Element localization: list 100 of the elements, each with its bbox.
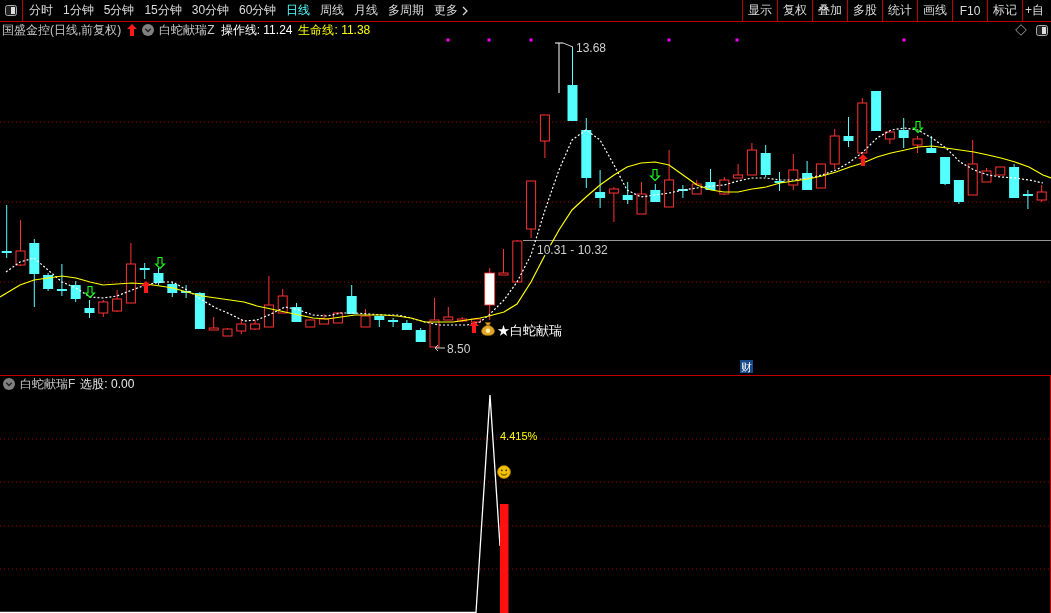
falling-candle [29, 238, 40, 308]
rising-candle [443, 306, 454, 321]
stock-title: 国盛金控(日线,前复权) [2, 21, 122, 39]
rising-candle [691, 179, 702, 195]
diamond-icon[interactable] [1015, 24, 1027, 36]
rising-candle [305, 318, 316, 328]
rising-candle [967, 139, 978, 196]
rising-candle [526, 180, 537, 239]
period-tab[interactable]: 月线 [349, 0, 384, 21]
more-menu[interactable]: 更多 [429, 0, 474, 21]
falling-candle [581, 117, 592, 189]
up-arrow-icon [127, 24, 138, 36]
rising-candle [429, 297, 440, 348]
rising-candle [857, 97, 868, 154]
falling-candle [153, 267, 164, 286]
down-arrow-icon [649, 168, 661, 182]
rising-candle [457, 316, 468, 323]
falling-candle [194, 291, 205, 330]
rising-candle [277, 288, 288, 314]
falling-candle [1022, 189, 1033, 210]
rising-candle [664, 149, 675, 208]
rising-candle [912, 135, 923, 154]
falling-candle [415, 327, 426, 343]
rising-candle [981, 167, 992, 183]
up-arrow-icon [858, 154, 868, 166]
rising-candle [512, 239, 523, 283]
low-price-arrow [434, 344, 446, 352]
finance-badge[interactable]: 财 [740, 360, 753, 373]
falling-candle [677, 184, 688, 199]
period-tab[interactable]: 30分钟 [186, 0, 235, 21]
falling-candle [705, 168, 716, 191]
up-arrow-icon [469, 321, 479, 333]
low-price-label: 8.50 [447, 342, 471, 356]
falling-candle [1009, 163, 1020, 199]
down-arrow-icon [912, 120, 924, 134]
rising-candle [608, 186, 619, 223]
rising-candle [636, 181, 647, 215]
rising-candle [332, 311, 343, 324]
panel-toggle-icon[interactable] [5, 5, 17, 16]
money-bag-icon [481, 322, 495, 336]
falling-candle [56, 263, 67, 297]
rising-candle [250, 319, 261, 331]
dropdown-icon[interactable] [142, 24, 155, 36]
falling-candle [374, 315, 385, 328]
falling-candle [843, 116, 854, 148]
rising-candle [1036, 184, 1047, 203]
falling-candle [650, 183, 661, 203]
down-arrow-icon [154, 256, 166, 270]
dropdown-icon[interactable] [3, 378, 15, 390]
chevron-right-icon [462, 5, 469, 16]
period-tab[interactable]: 5分钟 [98, 0, 140, 21]
high-price-label: 13.68 [576, 41, 607, 55]
falling-candle [871, 90, 882, 132]
rising-candle [498, 248, 509, 276]
falling-candle [622, 181, 633, 205]
rising-candle [112, 289, 123, 313]
rising-candle [319, 313, 330, 325]
falling-candle [43, 272, 54, 292]
rising-candle [98, 299, 109, 318]
falling-candle [139, 262, 150, 280]
falling-candle [291, 302, 302, 323]
period-tab[interactable]: 1分钟 [58, 0, 99, 21]
rising-candle [222, 327, 233, 337]
smiley-icon [497, 465, 511, 479]
falling-candle [84, 299, 95, 319]
period-tab[interactable]: 周线 [315, 0, 350, 21]
period-tab[interactable]: 60分钟 [234, 0, 282, 21]
period-tab[interactable]: 分时 [24, 0, 58, 21]
period-tab[interactable]: 多周期 [383, 0, 430, 21]
rising-candle [733, 163, 744, 179]
rising-candle [995, 166, 1006, 176]
up-arrow-icon [141, 281, 151, 293]
falling-candle [401, 319, 412, 331]
falling-candle [181, 284, 192, 299]
falling-candle [70, 280, 81, 303]
rising-candle [263, 275, 274, 328]
signal-label: ★白蛇献瑞 [497, 323, 562, 338]
period-tab[interactable]: 日线 [281, 0, 316, 21]
falling-candle [167, 281, 178, 298]
rising-candle [884, 131, 895, 145]
rising-candle [719, 176, 730, 196]
period-tab[interactable]: 15分钟 [139, 0, 187, 21]
falling-candle [802, 160, 813, 191]
rising-candle [829, 128, 840, 170]
falling-candle [760, 144, 771, 178]
high-price-marker [554, 42, 574, 94]
falling-candle [346, 284, 357, 315]
falling-candle [940, 156, 951, 186]
legend-value: 生命线: 11.38 [298, 21, 371, 39]
rising-candle [539, 114, 550, 159]
rising-candle [15, 219, 26, 267]
rising-candle [815, 163, 826, 189]
falling-candle [953, 179, 964, 205]
highlighted-candle [484, 267, 496, 321]
indicator-name: 白蛇献瑞Z [159, 21, 215, 39]
rising-candle [360, 308, 371, 328]
panel-toggle-icon[interactable] [1036, 24, 1048, 36]
rising-candle [125, 242, 136, 304]
falling-candle [926, 135, 937, 154]
rising-candle [746, 142, 757, 176]
